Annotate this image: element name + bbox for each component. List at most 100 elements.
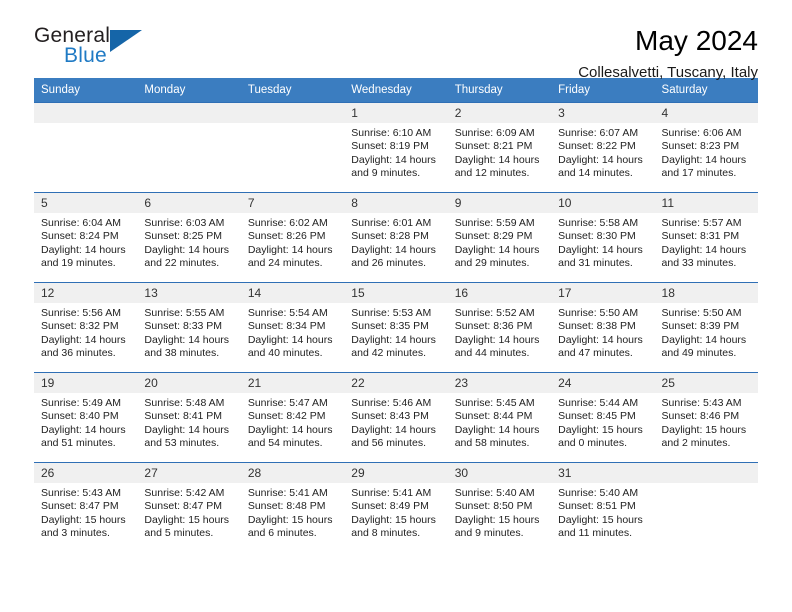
calendar-day-cell[interactable]: 14 Sunrise: 5:54 AM Sunset: 8:34 PM Dayligh… <box>240 282 345 373</box>
calendar-day-cell[interactable]: 19 Sunrise: 5:49 AM Sunset: 8:40 PM Dayligh… <box>34 372 138 463</box>
calendar-day-cell[interactable]: 7 Sunrise: 6:02 AM Sunset: 8:26 PM Daylight… <box>240 192 345 283</box>
daylight-text: Daylight: 15 hours and 2 minutes. <box>661 423 747 450</box>
daylight-text: Daylight: 14 hours and 54 minutes. <box>247 423 333 450</box>
calendar-day-cell[interactable]: 25 Sunrise: 5:43 AM Sunset: 8:46 PM Dayligh… <box>654 372 758 463</box>
day-number: 22 <box>344 373 448 393</box>
sunrise-text: Sunrise: 5:58 AM <box>558 217 639 229</box>
calendar-day-cell[interactable]: 22 Sunrise: 5:46 AM Sunset: 8:43 PM Dayligh… <box>344 372 448 463</box>
calendar-empty-cell <box>137 102 241 193</box>
day-sun-info: Sunrise: 5:41 AM Sunset: 8:49 PM Daylight:… <box>344 483 447 541</box>
calendar-day-cell[interactable]: 16 Sunrise: 5:52 AM Sunset: 8:36 PM Dayligh… <box>447 282 552 373</box>
day-number: 6 <box>137 193 241 213</box>
sunset-text: Sunset: 8:49 PM <box>351 500 429 513</box>
sunset-text: Sunset: 8:24 PM <box>41 230 119 243</box>
daylight-text: Daylight: 14 hours and 14 minutes. <box>558 153 643 180</box>
calendar-day-cell[interactable]: 9 Sunrise: 5:59 AM Sunset: 8:29 PM Daylight… <box>447 192 552 283</box>
day-sun-info: Sunrise: 5:49 AM Sunset: 8:40 PM Daylight:… <box>34 393 137 451</box>
daylight-text: Daylight: 15 hours and 6 minutes. <box>247 513 333 540</box>
day-number: 7 <box>240 193 345 213</box>
day-sun-info: Sunrise: 5:55 AM Sunset: 8:33 PM Daylight:… <box>137 303 240 361</box>
sunrise-text: Sunrise: 6:10 AM <box>351 127 432 139</box>
page-subtitle: Collesalvetti, Tuscany, Italy <box>578 64 758 81</box>
day-number: 11 <box>654 193 758 213</box>
daylight-text: Daylight: 14 hours and 29 minutes. <box>454 243 540 270</box>
calendar-day-cell[interactable]: 6 Sunrise: 6:03 AM Sunset: 8:25 PM Daylight… <box>137 192 241 283</box>
day-sun-info: Sunrise: 5:59 AM Sunset: 8:29 PM Daylight:… <box>448 213 551 271</box>
day-number: 12 <box>34 283 138 303</box>
daylight-text: Daylight: 14 hours and 58 minutes. <box>454 423 540 450</box>
day-sun-info: Sunrise: 6:06 AM Sunset: 8:23 PM Daylight:… <box>655 123 758 181</box>
calendar-day-cell[interactable]: 13 Sunrise: 5:55 AM Sunset: 8:33 PM Dayligh… <box>137 282 241 373</box>
sunrise-text: Sunrise: 5:40 AM <box>558 487 639 499</box>
sunset-text: Sunset: 8:29 PM <box>454 230 533 243</box>
daylight-text: Daylight: 14 hours and 49 minutes. <box>661 333 747 360</box>
day-sun-info: Sunrise: 5:56 AM Sunset: 8:32 PM Daylight:… <box>34 303 137 361</box>
logo-general-blue[interactable]: General Blue <box>34 24 164 72</box>
calendar-week-row: 5 Sunrise: 6:04 AM Sunset: 8:24 PM Daylight… <box>34 192 758 283</box>
calendar-day-cell[interactable]: 27 Sunrise: 5:42 AM Sunset: 8:47 PM Dayligh… <box>137 462 241 553</box>
sunrise-text: Sunrise: 6:09 AM <box>454 127 535 139</box>
daylight-text: Daylight: 15 hours and 5 minutes. <box>144 513 230 540</box>
day-number: 21 <box>240 373 345 393</box>
day-number: 25 <box>654 373 758 393</box>
calendar-day-cell[interactable]: 18 Sunrise: 5:50 AM Sunset: 8:39 PM Dayligh… <box>654 282 758 373</box>
calendar-day-cell[interactable]: 30 Sunrise: 5:40 AM Sunset: 8:50 PM Dayligh… <box>447 462 552 553</box>
daylight-text: Daylight: 14 hours and 56 minutes. <box>351 423 436 450</box>
day-sun-info: Sunrise: 5:57 AM Sunset: 8:31 PM Daylight:… <box>655 213 758 271</box>
day-sun-info: Sunrise: 5:50 AM Sunset: 8:39 PM Daylight:… <box>655 303 758 361</box>
calendar-day-cell[interactable]: 5 Sunrise: 6:04 AM Sunset: 8:24 PM Daylight… <box>34 192 138 283</box>
calendar-day-cell[interactable]: 15 Sunrise: 5:53 AM Sunset: 8:35 PM Dayligh… <box>344 282 448 373</box>
calendar-day-cell[interactable]: 24 Sunrise: 5:44 AM Sunset: 8:45 PM Dayligh… <box>551 372 655 463</box>
daylight-text: Daylight: 14 hours and 12 minutes. <box>454 153 540 180</box>
sunset-text: Sunset: 8:50 PM <box>454 500 533 513</box>
calendar-day-cell[interactable]: 17 Sunrise: 5:50 AM Sunset: 8:38 PM Dayligh… <box>551 282 655 373</box>
calendar-day-cell[interactable]: 12 Sunrise: 5:56 AM Sunset: 8:32 PM Dayligh… <box>34 282 138 373</box>
sunset-text: Sunset: 8:39 PM <box>661 320 740 333</box>
sunrise-text: Sunrise: 5:44 AM <box>558 397 639 409</box>
sunset-text: Sunset: 8:38 PM <box>558 320 636 333</box>
page-title: May 2024 <box>635 25 758 56</box>
day-sun-info: Sunrise: 6:01 AM Sunset: 8:28 PM Daylight:… <box>344 213 447 271</box>
calendar-day-cell[interactable]: 11 Sunrise: 5:57 AM Sunset: 8:31 PM Dayligh… <box>654 192 758 283</box>
calendar-day-cell[interactable]: 2 Sunrise: 6:09 AM Sunset: 8:21 PM Daylight… <box>447 102 552 193</box>
day-number: 1 <box>344 103 448 123</box>
day-sun-info: Sunrise: 5:54 AM Sunset: 8:34 PM Daylight:… <box>241 303 344 361</box>
day-number: 31 <box>551 463 655 483</box>
calendar-week-row: 26 Sunrise: 5:43 AM Sunset: 8:47 PM Dayligh… <box>34 462 758 553</box>
daylight-text: Daylight: 14 hours and 47 minutes. <box>558 333 643 360</box>
day-number: 29 <box>344 463 448 483</box>
sunset-text: Sunset: 8:48 PM <box>247 500 326 513</box>
calendar-day-cell[interactable]: 8 Sunrise: 6:01 AM Sunset: 8:28 PM Daylight… <box>344 192 448 283</box>
calendar-day-cell[interactable]: 28 Sunrise: 5:41 AM Sunset: 8:48 PM Dayligh… <box>240 462 345 553</box>
sunset-text: Sunset: 8:51 PM <box>558 500 636 513</box>
sunset-text: Sunset: 8:36 PM <box>454 320 533 333</box>
weekday-header-monday: Monday <box>137 78 241 103</box>
calendar-day-cell[interactable]: 31 Sunrise: 5:40 AM Sunset: 8:51 PM Dayligh… <box>551 462 655 553</box>
day-sun-info: Sunrise: 5:40 AM Sunset: 8:50 PM Daylight:… <box>448 483 551 541</box>
sunset-text: Sunset: 8:34 PM <box>247 320 326 333</box>
calendar-day-cell[interactable]: 4 Sunrise: 6:06 AM Sunset: 8:23 PM Daylight… <box>654 102 758 193</box>
day-sun-info: Sunrise: 5:53 AM Sunset: 8:35 PM Daylight:… <box>344 303 447 361</box>
sunrise-text: Sunrise: 6:01 AM <box>351 217 432 229</box>
calendar-day-cell[interactable]: 3 Sunrise: 6:07 AM Sunset: 8:22 PM Daylight… <box>551 102 655 193</box>
sunset-text: Sunset: 8:40 PM <box>41 410 119 423</box>
day-number: 28 <box>240 463 345 483</box>
sunset-text: Sunset: 8:33 PM <box>144 320 223 333</box>
sunset-text: Sunset: 8:43 PM <box>351 410 429 423</box>
calendar-day-cell[interactable]: 20 Sunrise: 5:48 AM Sunset: 8:41 PM Dayligh… <box>137 372 241 463</box>
calendar-day-cell[interactable]: 10 Sunrise: 5:58 AM Sunset: 8:30 PM Dayligh… <box>551 192 655 283</box>
daylight-text: Daylight: 14 hours and 9 minutes. <box>351 153 436 180</box>
day-number: 30 <box>447 463 552 483</box>
daylight-text: Daylight: 14 hours and 40 minutes. <box>247 333 333 360</box>
calendar-day-cell[interactable]: 21 Sunrise: 5:47 AM Sunset: 8:42 PM Dayligh… <box>240 372 345 463</box>
calendar-day-cell[interactable]: 29 Sunrise: 5:41 AM Sunset: 8:49 PM Dayligh… <box>344 462 448 553</box>
sunset-text: Sunset: 8:22 PM <box>558 140 636 153</box>
sunset-text: Sunset: 8:47 PM <box>144 500 223 513</box>
calendar-day-cell[interactable]: 1 Sunrise: 6:10 AM Sunset: 8:19 PM Daylight… <box>344 102 448 193</box>
sunrise-text: Sunrise: 6:02 AM <box>247 217 328 229</box>
daylight-text: Daylight: 14 hours and 24 minutes. <box>247 243 333 270</box>
calendar-day-cell[interactable]: 26 Sunrise: 5:43 AM Sunset: 8:47 PM Dayligh… <box>34 462 138 553</box>
day-sun-info: Sunrise: 6:03 AM Sunset: 8:25 PM Daylight:… <box>137 213 240 271</box>
sunrise-text: Sunrise: 5:57 AM <box>661 217 742 229</box>
calendar-day-cell[interactable]: 23 Sunrise: 5:45 AM Sunset: 8:44 PM Dayligh… <box>447 372 552 463</box>
